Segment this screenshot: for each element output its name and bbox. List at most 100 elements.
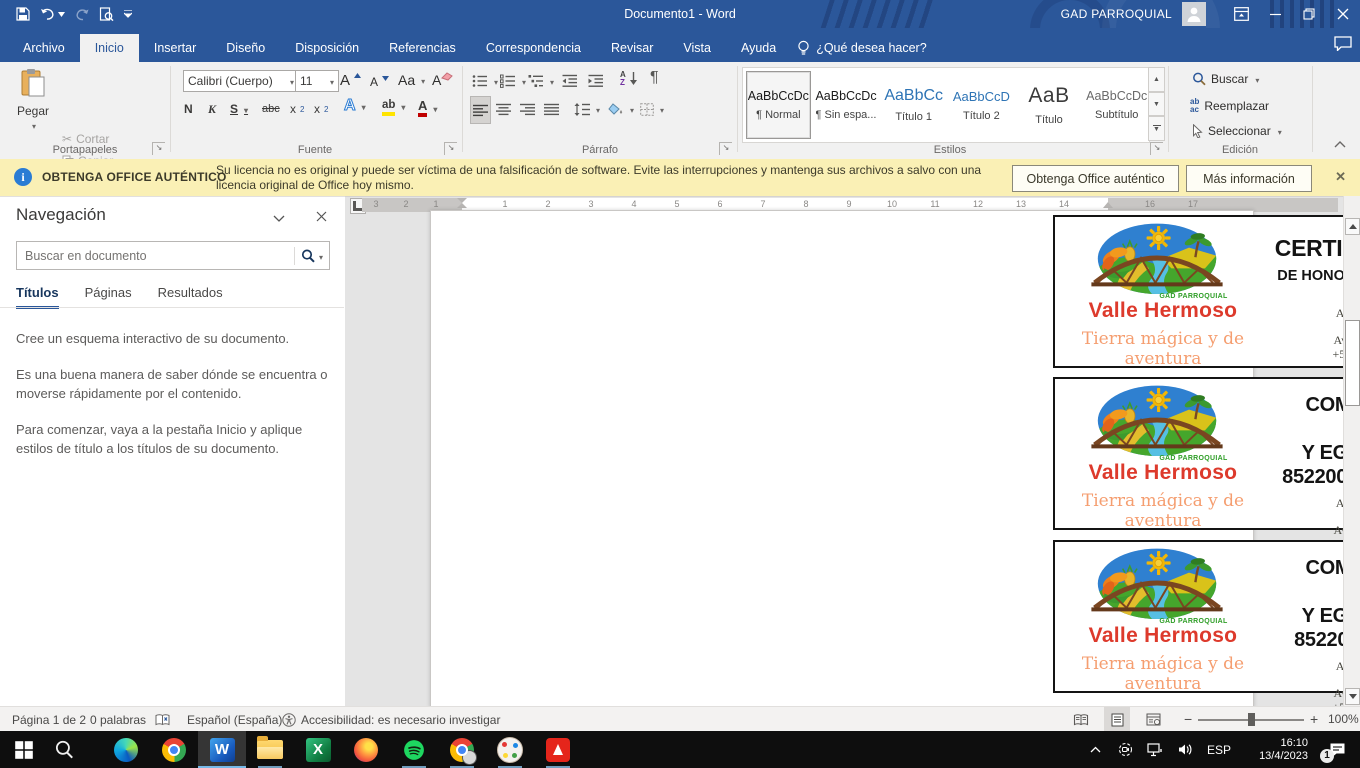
tab-disposicion[interactable]: Disposición xyxy=(280,34,374,62)
multilevel-list-button[interactable] xyxy=(528,70,554,92)
undo-icon[interactable] xyxy=(40,8,65,21)
style-titulo-2[interactable]: AaBbCcDTítulo 2 xyxy=(949,71,1014,139)
taskbar-word-button[interactable]: W xyxy=(198,731,246,768)
align-left-button[interactable] xyxy=(470,96,491,124)
nav-tab-paginas[interactable]: Páginas xyxy=(85,285,132,309)
network-icon[interactable] xyxy=(1140,743,1170,757)
tab-inicio[interactable]: Inicio xyxy=(80,34,139,62)
style-normal[interactable]: AaBbCcDc¶ Normal xyxy=(746,71,811,139)
taskbar-chrome-profile-button[interactable] xyxy=(438,731,486,768)
styles-scroll-up-icon[interactable]: ▲ xyxy=(1148,67,1165,92)
replace-button[interactable]: abac Reemplazar xyxy=(1190,98,1269,114)
change-case-button[interactable]: Aa xyxy=(398,69,425,91)
tell-me-box[interactable]: ¿Qué desea hacer? xyxy=(797,34,927,62)
minimize-button[interactable] xyxy=(1258,0,1292,28)
tab-correspondencia[interactable]: Correspondencia xyxy=(471,34,596,62)
shrink-font-button[interactable]: A xyxy=(370,71,389,93)
style-subtitulo[interactable]: AaBbCcDcSubtítulo xyxy=(1084,71,1149,139)
taskbar-search-button[interactable] xyxy=(44,731,84,768)
scrollbar-thumb[interactable] xyxy=(1345,320,1360,406)
paste-dropdown-icon[interactable] xyxy=(30,118,36,132)
strikethrough-button[interactable]: abc xyxy=(262,98,280,120)
language-indicator[interactable]: Español (España) xyxy=(187,707,282,732)
restore-button[interactable] xyxy=(1292,0,1326,28)
taskbar-excel-button[interactable]: X xyxy=(294,731,342,768)
comment-bubble-icon[interactable] xyxy=(1334,36,1352,56)
collapse-ribbon-icon[interactable] xyxy=(1334,137,1346,151)
font-dialog-launcher-icon[interactable] xyxy=(444,142,457,155)
clipboard-dialog-launcher-icon[interactable] xyxy=(152,142,165,155)
zoom-out-icon[interactable]: − xyxy=(1184,707,1192,732)
superscript-button[interactable]: x2 xyxy=(314,98,328,120)
save-icon[interactable] xyxy=(16,7,30,21)
get-office-button[interactable]: Obtenga Office auténtico xyxy=(1012,165,1179,192)
taskbar-start-button[interactable] xyxy=(4,731,44,768)
read-mode-button[interactable] xyxy=(1068,707,1094,732)
zoom-slider-thumb[interactable] xyxy=(1248,713,1255,726)
zoom-in-icon[interactable]: + xyxy=(1310,707,1318,732)
subscript-button[interactable]: x2 xyxy=(290,98,304,120)
taskbar-spotify-button[interactable] xyxy=(390,731,438,768)
tab-vista[interactable]: Vista xyxy=(668,34,726,62)
web-layout-button[interactable] xyxy=(1140,707,1166,732)
hidden-icons-chevron-icon[interactable] xyxy=(1080,746,1110,753)
bold-button[interactable]: N xyxy=(184,98,200,120)
borders-button[interactable] xyxy=(640,98,664,120)
ribbon-display-options-icon[interactable] xyxy=(1224,0,1258,28)
keyboard-language[interactable]: ESP xyxy=(1200,743,1238,757)
justify-button[interactable] xyxy=(544,98,559,120)
increase-indent-button[interactable] xyxy=(588,70,604,92)
vertical-scrollbar[interactable] xyxy=(1343,196,1360,706)
document-search-box[interactable] xyxy=(16,241,330,270)
tab-revisar[interactable]: Revisar xyxy=(596,34,668,62)
paste-button[interactable]: Pegar xyxy=(10,68,56,132)
bullets-button[interactable] xyxy=(472,70,498,92)
page-indicator[interactable]: Página 1 de 2 xyxy=(12,707,86,732)
customize-qat-icon[interactable] xyxy=(124,10,132,19)
highlight-button[interactable]: ab xyxy=(382,96,405,118)
numbering-button[interactable] xyxy=(500,70,526,92)
clock[interactable]: 16:10 13/4/2023 xyxy=(1238,737,1314,763)
scroll-up-icon[interactable] xyxy=(1345,218,1360,235)
grow-font-button[interactable]: A xyxy=(340,69,361,91)
select-button[interactable]: Seleccionar xyxy=(1192,124,1282,138)
tab-insertar[interactable]: Insertar xyxy=(139,34,211,62)
nav-tab-resultados[interactable]: Resultados xyxy=(158,285,223,309)
close-button[interactable] xyxy=(1326,0,1360,28)
tab-referencias[interactable]: Referencias xyxy=(374,34,471,62)
style-titulo-1[interactable]: AaBbCcTítulo 1 xyxy=(881,71,946,139)
more-info-button[interactable]: Más información xyxy=(1186,165,1312,192)
shading-button[interactable] xyxy=(608,98,634,120)
style-titulo[interactable]: AaBTítulo xyxy=(1017,71,1082,139)
underline-button[interactable]: S xyxy=(230,98,248,120)
action-center-icon[interactable]: 1 xyxy=(1314,731,1360,768)
align-right-button[interactable] xyxy=(520,98,535,120)
taskbar-chrome-button[interactable] xyxy=(150,731,198,768)
taskbar-edge-button[interactable] xyxy=(102,731,150,768)
search-button[interactable] xyxy=(295,247,329,265)
taskbar-explorer-button[interactable] xyxy=(246,731,294,768)
decrease-indent-button[interactable] xyxy=(562,70,578,92)
print-preview-icon[interactable] xyxy=(99,7,114,22)
nav-pane-close-icon[interactable] xyxy=(316,209,327,227)
tab-ayuda[interactable]: Ayuda xyxy=(726,34,791,62)
meet-now-icon[interactable] xyxy=(1110,742,1140,757)
avatar[interactable] xyxy=(1182,2,1206,26)
line-spacing-button[interactable] xyxy=(574,98,600,120)
font-size-select[interactable]: 11 xyxy=(295,70,339,92)
styles-more-icon[interactable]: ▼ xyxy=(1148,116,1165,141)
volume-icon[interactable] xyxy=(1170,743,1200,756)
align-center-button[interactable] xyxy=(496,98,511,120)
proofing-status[interactable] xyxy=(155,707,170,732)
find-button[interactable]: Buscar xyxy=(1192,72,1259,86)
italic-button[interactable]: K xyxy=(208,98,222,120)
tab-diseno[interactable]: Diseño xyxy=(211,34,280,62)
taskbar-acrobat-button[interactable] xyxy=(534,731,582,768)
nav-pane-options-icon[interactable] xyxy=(273,209,285,227)
font-color-button[interactable]: A xyxy=(418,96,437,118)
taskbar-firefox-button[interactable] xyxy=(342,731,390,768)
sort-button[interactable]: AZ xyxy=(620,68,637,90)
clear-formatting-button[interactable]: A xyxy=(432,69,453,91)
font-name-select[interactable]: Calibri (Cuerpo) xyxy=(183,70,299,92)
zoom-percentage[interactable]: 100% xyxy=(1328,707,1359,732)
